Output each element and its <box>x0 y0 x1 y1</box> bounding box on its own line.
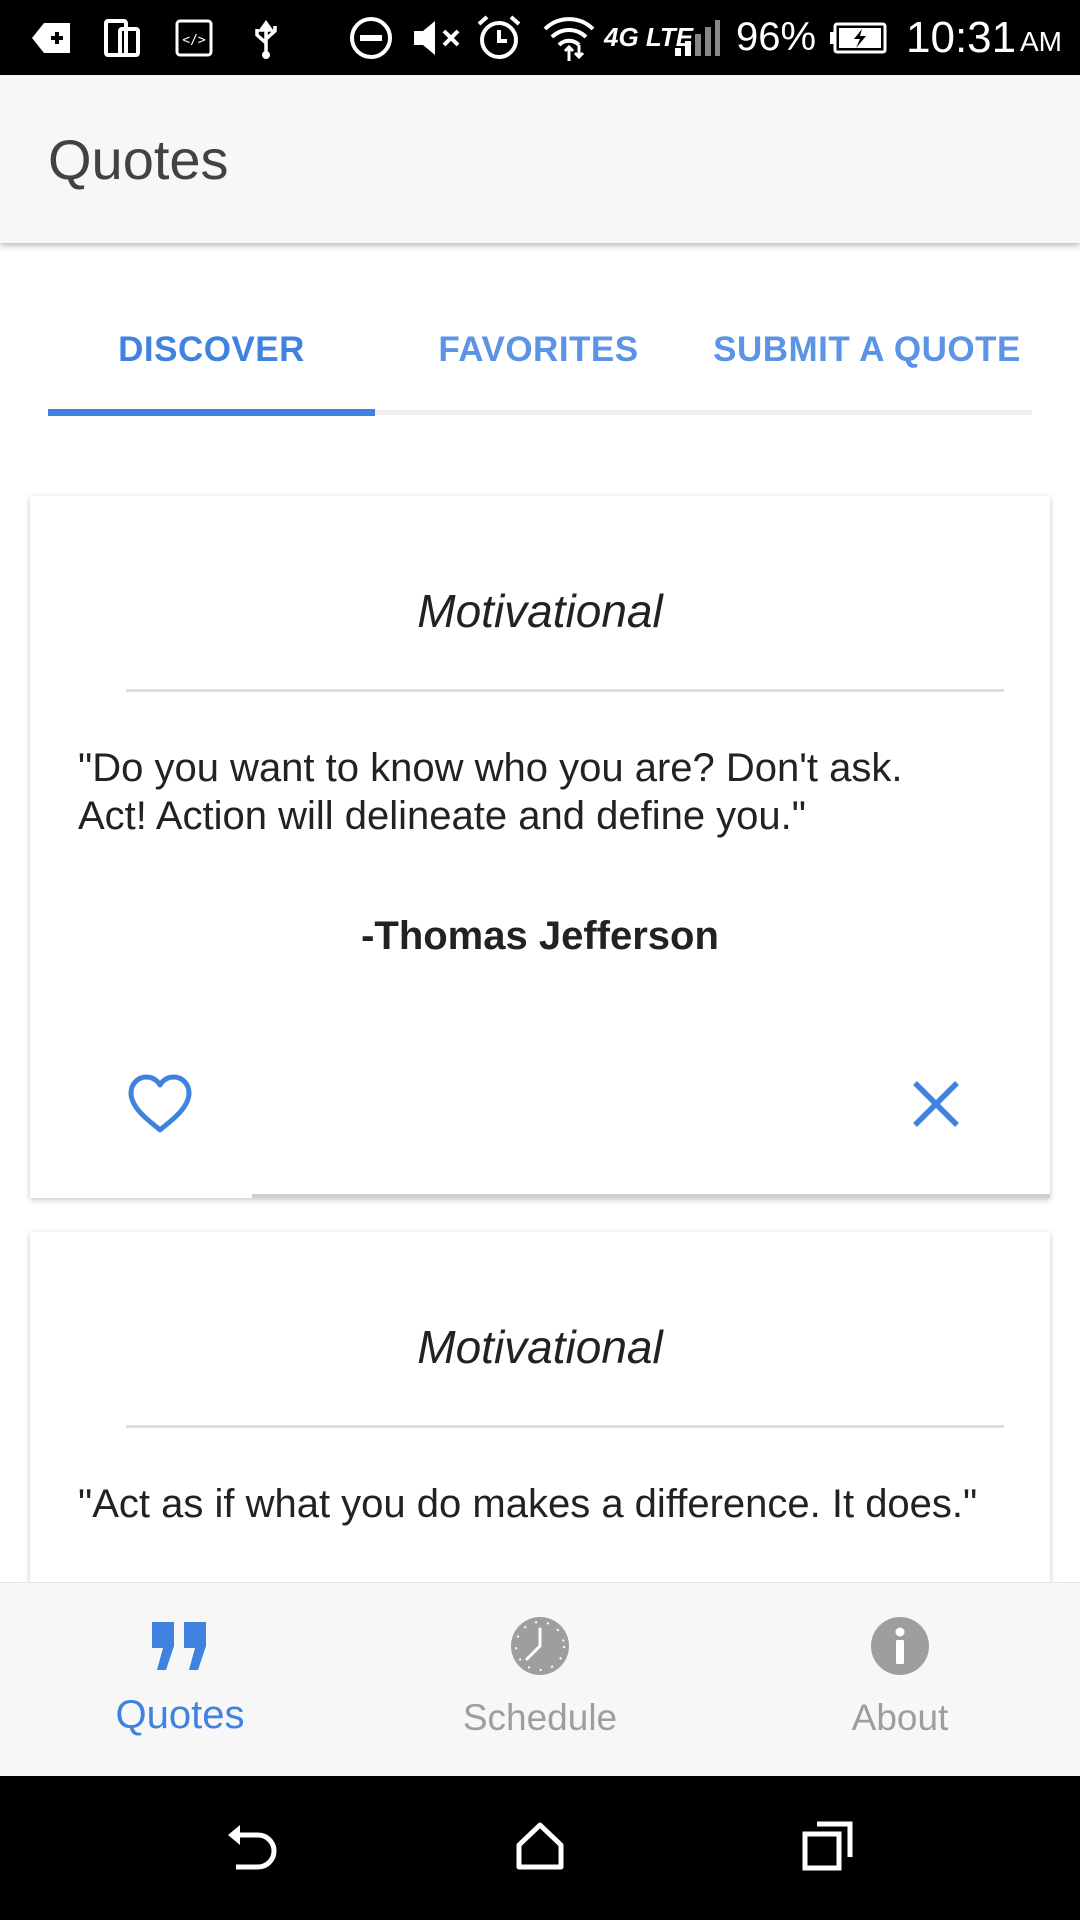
home-icon <box>515 1821 565 1876</box>
quote-icon <box>0 1613 360 1679</box>
quote-category: Motivational <box>417 1321 663 1373</box>
nav-item-about[interactable]: About <box>720 1583 1080 1777</box>
signal-icon <box>672 0 722 75</box>
dismiss-button[interactable] <box>886 1061 986 1151</box>
system-navigation-bar <box>0 1776 1080 1920</box>
quote-text: "Act as if what you do makes a differenc… <box>78 1482 978 1526</box>
clock-time: 10:31 <box>906 12 1017 62</box>
nav-label-schedule: Schedule <box>462 1697 618 1738</box>
back-icon <box>224 1821 280 1876</box>
download-icon <box>28 0 74 75</box>
favorite-button[interactable] <box>110 1061 210 1151</box>
quote-category: Motivational <box>417 585 663 637</box>
bottom-navigation: Quotes Schedule About <box>0 1582 1080 1776</box>
tab-bar: DISCOVER FAVORITES SUBMIT A QUOTE <box>48 300 1032 418</box>
nav-item-quotes[interactable]: Quotes <box>0 1583 360 1777</box>
category-divider <box>126 689 1004 692</box>
recents-button[interactable] <box>748 1776 908 1920</box>
category-divider <box>126 1425 1004 1428</box>
clock-icon <box>360 1613 720 1679</box>
tab-discover[interactable]: DISCOVER <box>48 300 375 400</box>
device-icon <box>102 0 142 75</box>
nav-label-about: About <box>851 1697 949 1738</box>
quote-text: "Do you want to know who you are? Don't … <box>78 746 903 838</box>
svg-text:</>: </> <box>182 33 206 48</box>
quote-card: Motivational "Act as if what you do make… <box>30 1232 1050 1632</box>
recents-icon <box>802 1820 854 1877</box>
nav-item-schedule[interactable]: Schedule <box>360 1583 720 1777</box>
alarm-icon <box>474 0 524 75</box>
do-not-disturb-icon <box>348 0 394 75</box>
mute-icon <box>410 0 466 75</box>
app-bar: Quotes <box>0 75 1080 243</box>
home-button[interactable] <box>460 1776 620 1920</box>
status-bar: </> 4G LTE 96% 10:31 AM <box>0 0 1080 75</box>
info-icon <box>720 1613 1080 1679</box>
close-icon <box>911 1079 961 1134</box>
tab-submit-a-quote[interactable]: SUBMIT A QUOTE <box>702 300 1032 400</box>
battery-percent: 96% <box>736 15 817 59</box>
tab-indicator <box>48 409 375 416</box>
developer-icon: </> <box>174 0 214 75</box>
wifi-icon <box>540 0 598 75</box>
quote-author: -Thomas Jefferson <box>361 914 719 958</box>
clock-ampm: AM <box>1020 25 1062 57</box>
quote-card: Motivational "Do you want to know who yo… <box>30 496 1050 1198</box>
card-bottom-rule <box>252 1194 1050 1198</box>
tab-favorites[interactable]: FAVORITES <box>375 300 702 400</box>
battery-charging-icon <box>828 0 888 75</box>
heart-icon <box>127 1074 193 1139</box>
page-title: Quotes <box>48 127 229 191</box>
nav-label-quotes: Quotes <box>115 1693 245 1737</box>
usb-icon <box>246 0 286 75</box>
back-button[interactable] <box>172 1776 332 1920</box>
